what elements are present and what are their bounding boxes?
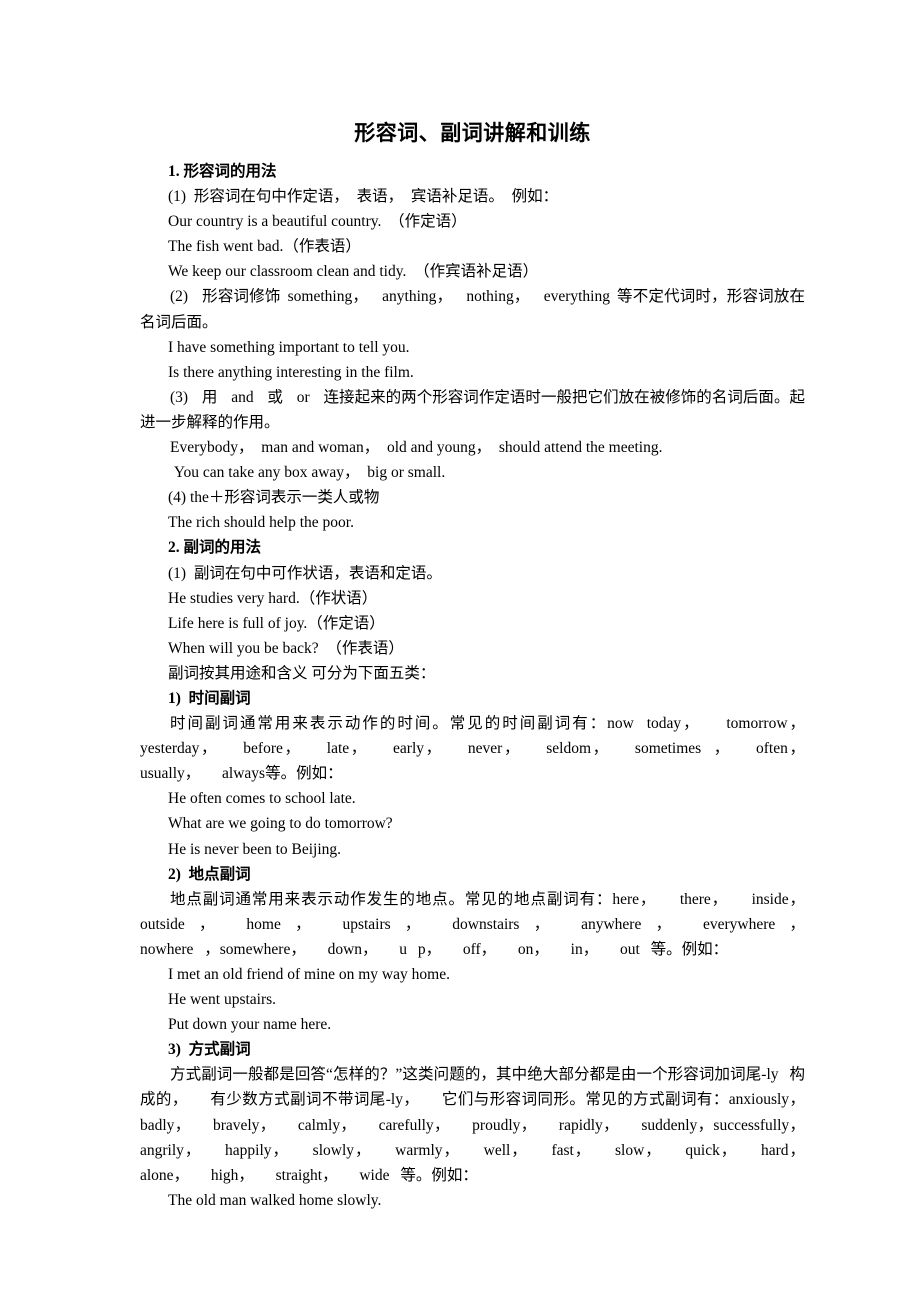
- example-adj-predicative: The fish went bad.（作表语）: [168, 238, 361, 256]
- example-put-down-name: Put down your name here.: [168, 1016, 332, 1034]
- paragraph-adj-3: (3) 用 and 或 or 连接起来的两个形容词作定语时一般把它们放在被修饰的…: [140, 388, 805, 431]
- example-when-back: When will you be back? （作表语）: [168, 639, 404, 657]
- example-often-late: He often comes to school late.: [168, 790, 356, 808]
- example-met-old-friend: I met an old friend of mine on my way ho…: [168, 966, 450, 983]
- example-life-here: Life here is full of joy.（作定语）: [168, 614, 385, 632]
- paragraph-adj-1: (1) 形容词在句中作定语， 表语， 宾语补足语。 例如：: [168, 188, 559, 206]
- example-something-important: I have something important to tell you.: [168, 338, 410, 356]
- example-walked-home-slowly: The old man walked home slowly.: [168, 1191, 382, 1209]
- paragraph-manner-adverbs: 方式副词一般都是回答“怎样的？”这类问题的，其中绝大部分都是由一个形容词加词尾-…: [140, 1066, 827, 1184]
- paragraph-adverb-five-types: 副词按其用途和含义 可分为下面五类：: [168, 664, 436, 682]
- example-never-beijing: He is never been to Beijing.: [168, 840, 342, 858]
- example-everybody-meeting: Everybody， man and woman， old and young，…: [170, 439, 663, 457]
- paragraph-place-adverbs: 地点副词通常用来表示动作发生的地点。常见的地点副词有：here， there， …: [140, 890, 827, 958]
- heading-adjective-usage: 1. 形容词的用法: [168, 163, 277, 180]
- paragraph-adj-2: (2) 形容词修饰 something， anything， nothing， …: [140, 288, 805, 331]
- heading-place-adverbs: 2) 地点副词: [168, 865, 251, 883]
- example-adj-attributive: Our country is a beautiful country. （作定语…: [168, 213, 467, 231]
- example-rich-poor: The rich should help the poor.: [168, 514, 354, 532]
- heading-time-adverbs: 1) 时间副词: [168, 689, 251, 707]
- example-studies-hard: He studies very hard.（作状语）: [168, 589, 378, 607]
- example-went-upstairs: He went upstairs.: [168, 991, 277, 1009]
- example-anything-interesting: Is there anything interesting in the fil…: [168, 363, 414, 381]
- heading-manner-adverbs: 3) 方式副词: [168, 1041, 251, 1059]
- document-title: 形容词、副词讲解和训练: [354, 121, 591, 145]
- heading-adverb-usage: 2. 副词的用法: [168, 539, 262, 557]
- paragraph-adv-1: (1) 副词在句中可作状语，表语和定语。: [168, 564, 442, 582]
- example-do-tomorrow: What are we going to do tomorrow?: [168, 815, 393, 833]
- example-any-box-away: You can take any box away， big or small.: [170, 464, 446, 482]
- paragraph-time-adverbs: 时间副词通常用来表示动作的时间。常见的时间副词有：now today， tomo…: [140, 715, 827, 783]
- paragraph-adj-4: (4) the＋形容词表示一类人或物: [168, 489, 380, 507]
- document-body: 1. 形容词的用法 形容词、副词讲解和训练 1. 形容词的用法 (1) 形容词在…: [140, 118, 805, 1213]
- example-adj-object-complement: We keep our classroom clean and tidy. （作…: [168, 263, 539, 281]
- document-page: 1. 形容词的用法 形容词、副词讲解和训练 1. 形容词的用法 (1) 形容词在…: [0, 0, 920, 1302]
